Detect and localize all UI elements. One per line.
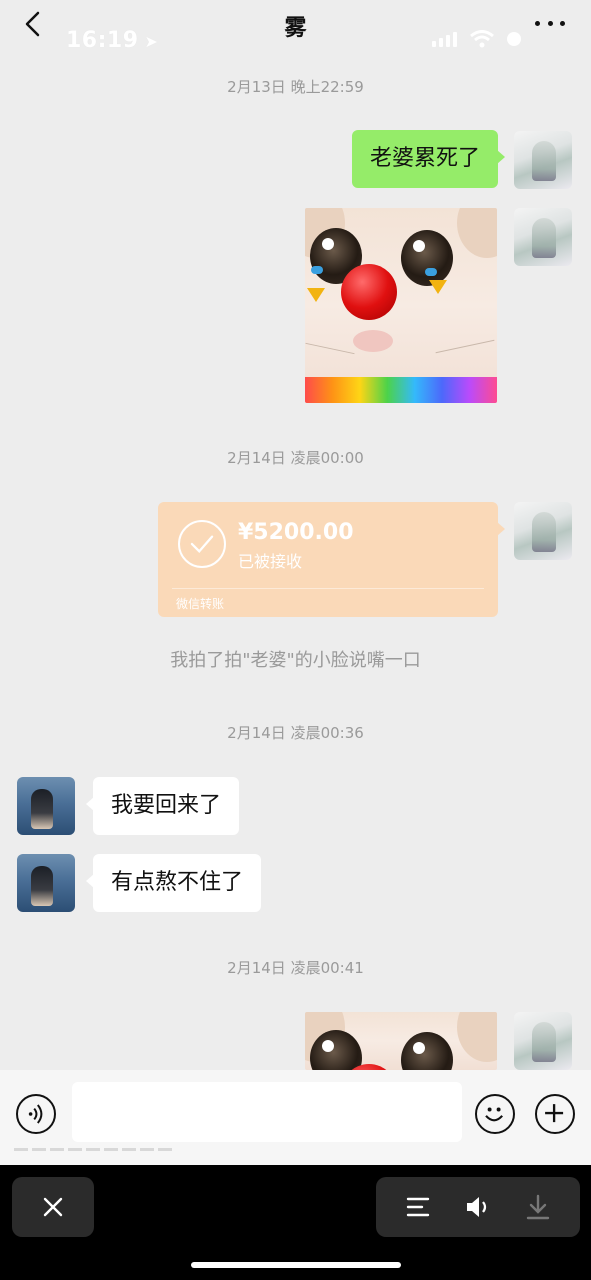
download-icon[interactable]	[520, 1189, 556, 1225]
control-group	[376, 1177, 580, 1237]
more-options-icon[interactable]	[535, 18, 565, 28]
transfer-divider	[172, 588, 484, 589]
timestamp: 2月14日 凌晨00:36	[227, 724, 364, 742]
message-input[interactable]	[72, 1082, 462, 1142]
contact-message-bubble[interactable]: 有点熬不住了	[85, 854, 262, 912]
transfer-amount: ¥5200.00	[238, 520, 354, 545]
timestamp: 2月14日 凌晨00:00	[227, 449, 364, 467]
sticker-image[interactable]	[305, 1012, 497, 1070]
close-button[interactable]	[12, 1177, 94, 1237]
home-indicator[interactable]	[191, 1262, 401, 1268]
contact-avatar[interactable]	[17, 854, 75, 912]
transfer-status: 已被接收	[238, 552, 303, 571]
plus-icon[interactable]	[535, 1094, 575, 1134]
pat-notification: 我拍了拍"老婆"的小脸说嘴一口	[170, 650, 421, 671]
transfer-card[interactable]: ¥5200.00 已被接收 微信转账	[158, 502, 505, 617]
timestamp: 2月13日 晚上22:59	[227, 78, 364, 96]
my-avatar[interactable]	[514, 1012, 572, 1070]
close-icon	[43, 1197, 63, 1217]
emoji-icon[interactable]	[475, 1094, 515, 1134]
check-circle-icon	[178, 520, 226, 568]
chat-screen: 16:19 ➤ 雾 2月13日 晚上22:59 老婆累死了 2月14日 凌晨00…	[0, 0, 591, 1280]
contact-avatar[interactable]	[17, 777, 75, 835]
contact-message-bubble[interactable]: 我要回来了	[85, 777, 240, 835]
timestamp: 2月14日 凌晨00:41	[227, 959, 364, 977]
chat-title: 雾	[284, 16, 307, 41]
transfer-brand: 微信转账	[176, 597, 225, 611]
speaker-icon[interactable]	[460, 1189, 496, 1225]
voice-icon[interactable]	[16, 1094, 56, 1134]
sticker-image[interactable]	[305, 208, 497, 403]
list-icon[interactable]	[400, 1189, 436, 1225]
my-message-bubble[interactable]: 老婆累死了	[351, 130, 506, 188]
my-avatar[interactable]	[514, 502, 572, 560]
drawing-dashes	[14, 1148, 172, 1151]
my-avatar[interactable]	[514, 131, 572, 189]
my-avatar[interactable]	[514, 208, 572, 266]
